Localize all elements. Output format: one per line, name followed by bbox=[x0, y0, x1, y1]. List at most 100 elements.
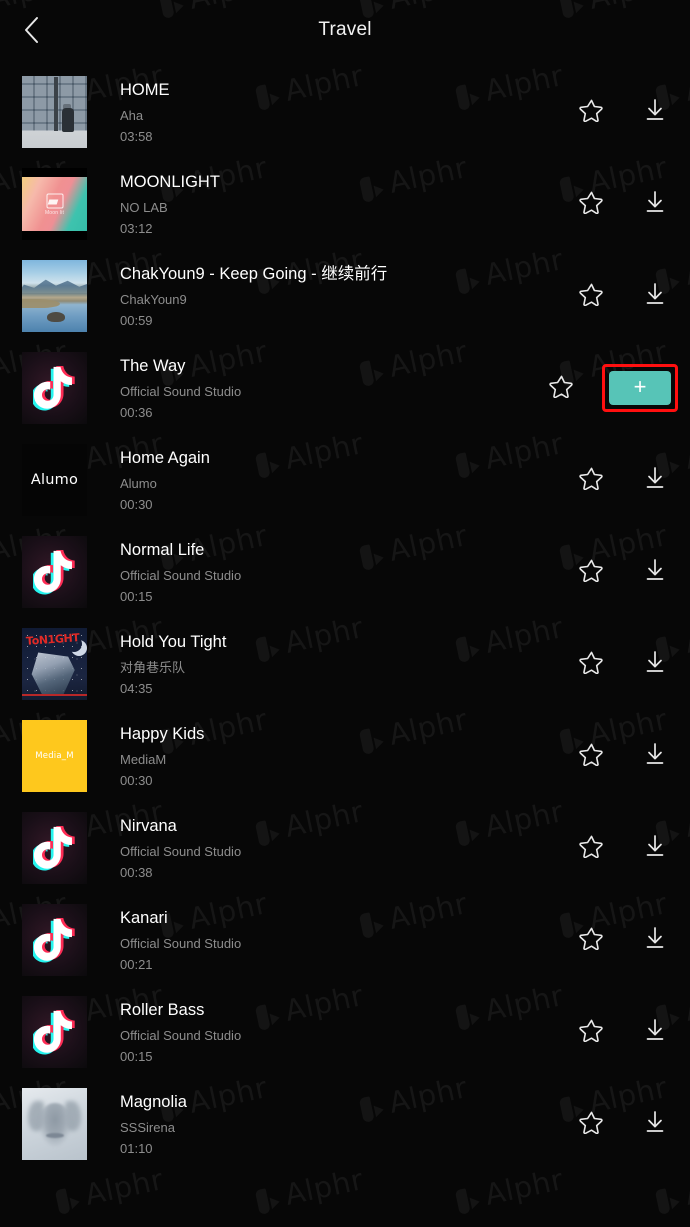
star-outline-icon bbox=[578, 834, 604, 863]
track-duration: 04:35 bbox=[120, 680, 153, 696]
download-button[interactable] bbox=[632, 549, 678, 595]
track-artwork bbox=[22, 536, 87, 608]
add-to-playlist-button[interactable]: + bbox=[609, 371, 671, 405]
back-button[interactable] bbox=[10, 8, 54, 52]
track-artwork bbox=[22, 260, 87, 332]
track-artwork bbox=[22, 76, 87, 148]
track-artist: MediaM bbox=[120, 752, 167, 767]
track-row[interactable]: Media_M Happy Kids MediaM 00:30 bbox=[0, 710, 690, 802]
track-duration: 00:38 bbox=[120, 864, 153, 880]
track-row[interactable]: Alumo Home Again Alumo 00:30 bbox=[0, 434, 690, 526]
shore-shape bbox=[22, 298, 60, 308]
track-title: Normal Life bbox=[120, 540, 205, 559]
watermark-logo-icon bbox=[54, 1183, 81, 1215]
watermark-text: Alphr bbox=[681, 1162, 690, 1212]
music-library-screen: Alphr Alphr Alphr Alphr Alphr Alphr Alphr Alphr… bbox=[0, 0, 690, 1227]
row-actions bbox=[530, 1101, 690, 1147]
track-title: The Way bbox=[120, 356, 186, 375]
star-outline-icon bbox=[578, 190, 604, 219]
watermark-text: Alphr bbox=[81, 1162, 167, 1212]
row-actions bbox=[530, 917, 690, 963]
track-duration: 00:36 bbox=[120, 404, 153, 420]
track-row[interactable]: Moon lit MOONLIGHT NO LAB 03:12 bbox=[0, 158, 690, 250]
track-title: Home Again bbox=[120, 448, 210, 467]
track-row[interactable]: Nirvana Official Sound Studio 00:38 bbox=[0, 802, 690, 894]
download-button[interactable] bbox=[632, 641, 678, 687]
star-outline-icon bbox=[548, 374, 574, 403]
track-info: MOONLIGHT NO LAB 03:12 bbox=[87, 172, 530, 236]
favorite-button[interactable] bbox=[568, 641, 614, 687]
portrait-face bbox=[37, 1103, 72, 1148]
page-title: Travel bbox=[318, 19, 372, 40]
favorite-button[interactable] bbox=[568, 1009, 614, 1055]
track-row[interactable]: Kanari Official Sound Studio 00:21 bbox=[0, 894, 690, 986]
track-artwork bbox=[22, 996, 87, 1068]
track-row[interactable]: Normal Life Official Sound Studio 00:15 bbox=[0, 526, 690, 618]
download-button[interactable] bbox=[632, 89, 678, 135]
track-row[interactable]: HOME Aha 03:58 bbox=[0, 66, 690, 158]
tiktok-note-icon bbox=[32, 916, 77, 964]
favorite-button[interactable] bbox=[568, 1101, 614, 1147]
favorite-button[interactable] bbox=[568, 273, 614, 319]
favorite-button[interactable] bbox=[538, 365, 584, 411]
download-icon bbox=[642, 1109, 668, 1140]
star-outline-icon bbox=[578, 742, 604, 771]
track-title: Happy Kids bbox=[120, 724, 205, 743]
row-actions bbox=[530, 457, 690, 503]
favorite-button[interactable] bbox=[568, 917, 614, 963]
track-duration: 01:10 bbox=[120, 1140, 153, 1156]
tiktok-note-icon bbox=[32, 1008, 77, 1056]
screen-header: Travel bbox=[0, 0, 690, 60]
star-outline-icon bbox=[578, 926, 604, 955]
star-outline-icon bbox=[578, 1110, 604, 1139]
track-duration: 00:30 bbox=[120, 772, 153, 788]
download-button[interactable] bbox=[632, 457, 678, 503]
favorite-button[interactable] bbox=[568, 181, 614, 227]
favorite-button[interactable] bbox=[568, 733, 614, 779]
track-artwork bbox=[22, 352, 87, 424]
row-actions bbox=[530, 181, 690, 227]
download-icon bbox=[642, 1017, 668, 1048]
track-row[interactable]: The Way Official Sound Studio 00:36 + bbox=[0, 342, 690, 434]
rock-shape bbox=[46, 311, 65, 322]
download-icon bbox=[642, 281, 668, 312]
track-artwork: Alumo bbox=[22, 444, 87, 516]
cube-icon bbox=[46, 193, 63, 209]
watermark: Alphr bbox=[54, 1162, 167, 1216]
download-button[interactable] bbox=[632, 273, 678, 319]
track-info: Happy Kids MediaM 00:30 bbox=[87, 724, 530, 788]
download-button[interactable] bbox=[632, 1101, 678, 1147]
track-row[interactable]: Magnolia SSSirena 01:10 bbox=[0, 1078, 690, 1170]
mountain-shape bbox=[22, 279, 87, 294]
download-icon bbox=[642, 649, 668, 680]
tiktok-note-icon bbox=[32, 364, 77, 412]
track-duration: 00:15 bbox=[120, 588, 153, 604]
download-button[interactable] bbox=[632, 181, 678, 227]
track-duration: 03:58 bbox=[120, 128, 153, 144]
track-info: The Way Official Sound Studio 00:36 bbox=[87, 356, 530, 420]
track-title: Kanari bbox=[120, 908, 168, 927]
track-duration: 00:21 bbox=[120, 956, 153, 972]
star-outline-icon bbox=[578, 98, 604, 127]
download-icon bbox=[642, 925, 668, 956]
track-info: Magnolia SSSirena 01:10 bbox=[87, 1092, 530, 1156]
track-info: Hold You Tight 对角巷乐队 04:35 bbox=[87, 632, 530, 696]
watermark-text: Alphr bbox=[481, 1162, 567, 1212]
track-row[interactable]: ToN1GHT Hold You Tight 对角巷乐队 04:35 bbox=[0, 618, 690, 710]
watermark-logo-icon bbox=[254, 1183, 281, 1215]
download-icon bbox=[642, 741, 668, 772]
download-button[interactable] bbox=[632, 917, 678, 963]
favorite-button[interactable] bbox=[568, 549, 614, 595]
download-icon bbox=[642, 189, 668, 220]
favorite-button[interactable] bbox=[568, 825, 614, 871]
favorite-button[interactable] bbox=[568, 457, 614, 503]
download-button[interactable] bbox=[632, 1009, 678, 1055]
track-info: Nirvana Official Sound Studio 00:38 bbox=[87, 816, 530, 880]
track-row[interactable]: Roller Bass Official Sound Studio 00:15 bbox=[0, 986, 690, 1078]
download-button[interactable] bbox=[632, 825, 678, 871]
favorite-button[interactable] bbox=[568, 89, 614, 135]
track-artist: Official Sound Studio bbox=[120, 384, 242, 399]
download-button[interactable] bbox=[632, 733, 678, 779]
track-row[interactable]: ChakYoun9 - Keep Going - 继续前行 ChakYoun9 00… bbox=[0, 250, 690, 342]
row-actions bbox=[530, 89, 690, 135]
